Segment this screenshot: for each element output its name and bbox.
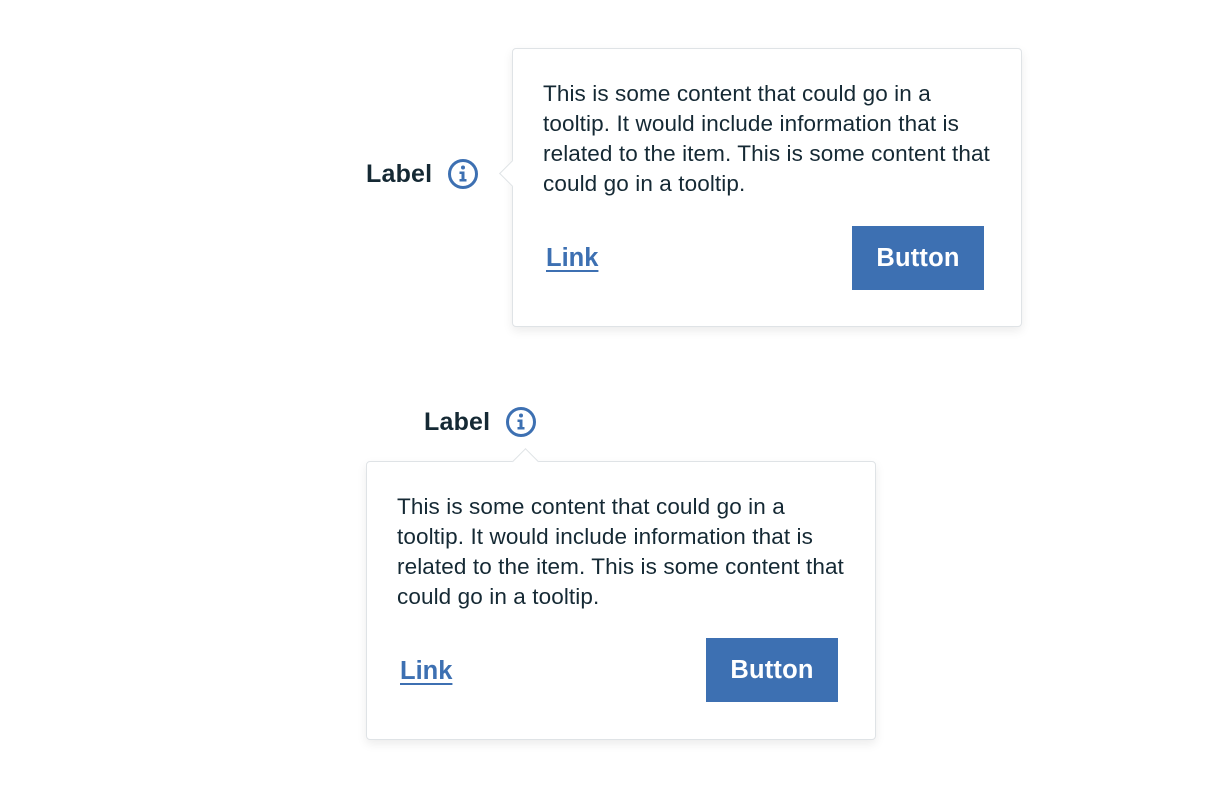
tooltip-trigger-bottom: Label bbox=[424, 406, 537, 438]
tooltip-action-button[interactable]: Button bbox=[706, 638, 838, 702]
tooltip-caret bbox=[499, 160, 526, 187]
tooltip-popover-right: This is some content that could go in a … bbox=[499, 48, 1022, 327]
tooltip-caret bbox=[512, 448, 539, 475]
info-icon[interactable] bbox=[447, 158, 479, 190]
tooltip-link[interactable]: Link bbox=[546, 244, 598, 273]
tooltip-content: This is some content that could go in a … bbox=[397, 494, 844, 609]
field-label: Label bbox=[424, 407, 491, 436]
tooltip-link[interactable]: Link bbox=[400, 657, 452, 686]
tooltip-content: This is some content that could go in a … bbox=[543, 81, 990, 196]
tooltip-examples-canvas: Label This is some content that could go… bbox=[0, 0, 1208, 800]
tooltip-trigger-right: Label bbox=[366, 158, 479, 190]
field-label: Label bbox=[366, 159, 433, 188]
tooltip-popover-bottom: This is some content that could go in a … bbox=[366, 448, 876, 740]
tooltip-action-button[interactable]: Button bbox=[852, 226, 984, 290]
info-icon[interactable] bbox=[505, 406, 537, 438]
